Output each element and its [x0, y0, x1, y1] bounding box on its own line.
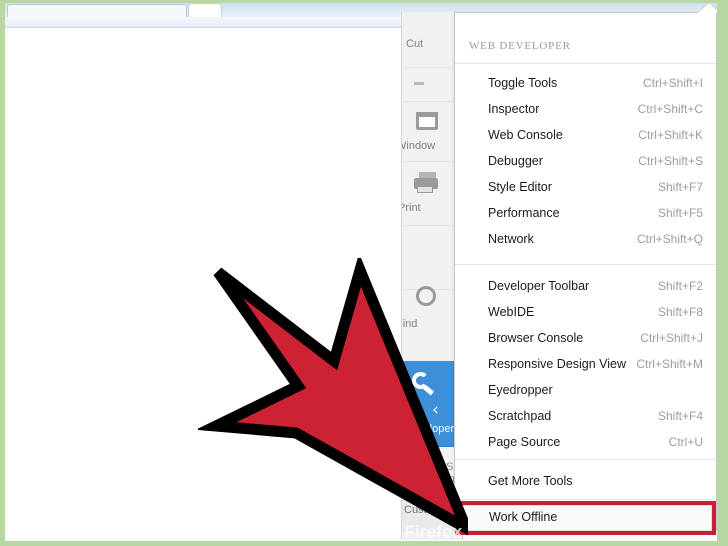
menu-item-eyedropper[interactable]: Eyedropper	[455, 377, 716, 403]
menu-item-shortcut: Ctrl+Shift+Q	[636, 232, 703, 246]
wikihow-caption: How to Work Offline in Mozilla Firefox	[150, 522, 463, 541]
panel-pointer-caret	[698, 3, 717, 13]
magnifier-icon	[416, 286, 436, 306]
browser-window: Cut Window Print Find	[5, 3, 717, 541]
menu-item-toggle-tools[interactable]: Toggle Tools Ctrl+Shift+I	[455, 70, 716, 96]
menu-item-label: Performance	[488, 206, 560, 220]
menu-item-shortcut: Shift+F4	[657, 409, 703, 423]
menu-item-scratchpad[interactable]: Scratchpad Shift+F4	[455, 403, 716, 429]
menu-item-performance[interactable]: Performance Shift+F5	[455, 200, 716, 226]
menu-item-get-more-tools[interactable]: Get More Tools	[455, 468, 716, 494]
menu-item-label: Style Editor	[488, 180, 552, 194]
menu-item-shortcut: Ctrl+Shift+M	[636, 357, 703, 371]
menu-group-divider-2	[455, 459, 716, 460]
menu-group-core-tools: Toggle Tools Ctrl+Shift+I Inspector Ctrl…	[455, 70, 716, 252]
web-developer-menu-panel: Web Developer Toggle Tools Ctrl+Shift+I …	[454, 3, 717, 535]
menu-item-label: Debugger	[488, 154, 543, 168]
menu-item-shortcut: Shift+F5	[657, 206, 703, 220]
chevron-left-icon: ‹	[432, 400, 439, 420]
menu-item-shortcut: Ctrl+Shift+S	[638, 154, 703, 168]
menu-item-shortcut: Ctrl+Shift+K	[638, 128, 703, 142]
menu-item-label: Inspector	[488, 102, 540, 116]
menu-group-divider-3	[455, 499, 716, 500]
menu-item-label: Web Console	[488, 128, 563, 142]
wrench-icon	[412, 372, 435, 396]
browser-tab[interactable]	[7, 4, 187, 18]
web-developer-menu-title: Web Developer	[469, 40, 571, 52]
new-tab-button[interactable]	[188, 3, 222, 17]
menu-item-shortcut: Ctrl+U	[668, 435, 703, 449]
menu-header-divider	[455, 63, 716, 64]
app-menu-tile-window-label: Window	[402, 140, 436, 152]
menu-item-inspector[interactable]: Inspector Ctrl+Shift+C	[455, 96, 716, 122]
menu-item-page-source[interactable]: Page Source Ctrl+U	[455, 429, 716, 455]
menu-item-shortcut: Ctrl+Shift+J	[640, 331, 703, 345]
menu-item-label: Responsive Design View	[488, 357, 627, 371]
app-menu-customize-label: Customize	[404, 504, 456, 516]
menu-group-extra-tools: Developer Toolbar Shift+F2 WebIDE Shift+…	[455, 273, 716, 455]
menu-item-developer-toolbar[interactable]: Developer Toolbar Shift+F2	[455, 273, 716, 299]
cut-icon	[414, 82, 424, 85]
menu-item-debugger[interactable]: Debugger Ctrl+Shift+S	[455, 148, 716, 174]
menu-group-more: Get More Tools	[455, 468, 716, 494]
menu-item-responsive-design-view[interactable]: Responsive Design View Ctrl+Shift+M	[455, 351, 716, 377]
menu-item-label: Developer Toolbar	[488, 279, 590, 293]
menu-item-web-console[interactable]: Web Console Ctrl+Shift+K	[455, 122, 716, 148]
window-icon	[416, 112, 438, 130]
panel-top-border	[455, 12, 698, 13]
menu-item-label: Eyedropper	[488, 383, 553, 397]
menu-item-label: Get More Tools	[488, 474, 573, 488]
menu-item-label: WebIDE	[488, 305, 535, 319]
menu-item-shortcut: Shift+F7	[657, 180, 703, 194]
menu-item-label: Toggle Tools	[488, 76, 558, 90]
menu-item-network[interactable]: Network Ctrl+Shift+Q	[455, 226, 716, 252]
menu-item-shortcut: Ctrl+Shift+I	[642, 76, 703, 90]
menu-item-webide[interactable]: WebIDE Shift+F8	[455, 299, 716, 325]
menu-item-shortcut: Ctrl+Shift+C	[637, 102, 703, 116]
wikihow-watermark-bar: wikiHow How to Work Offline in Mozilla F…	[0, 520, 728, 546]
screenshot-frame: Cut Window Print Find	[0, 0, 728, 546]
app-menu-tile-print-label: Print	[402, 202, 421, 214]
menu-item-label: Network	[488, 232, 534, 246]
menu-group-divider-1	[455, 264, 716, 265]
wikihow-logo: wikiHow	[92, 525, 153, 542]
menu-item-shortcut: Shift+F2	[657, 279, 703, 293]
printer-icon	[414, 172, 440, 193]
menu-item-label: Browser Console	[488, 331, 584, 345]
app-menu-tile-find-label: Find	[402, 318, 418, 330]
menu-item-style-editor[interactable]: Style Editor Shift+F7	[455, 174, 716, 200]
menu-item-browser-console[interactable]: Browser Console Ctrl+Shift+J	[455, 325, 716, 351]
app-menu-tile-cut-label: Cut	[406, 38, 424, 50]
app-menu-tile-developer-label: Developer	[404, 423, 455, 435]
menu-item-label: Page Source	[488, 435, 561, 449]
menu-item-shortcut: Shift+F8	[657, 305, 703, 319]
menu-item-label: Scratchpad	[488, 409, 552, 423]
